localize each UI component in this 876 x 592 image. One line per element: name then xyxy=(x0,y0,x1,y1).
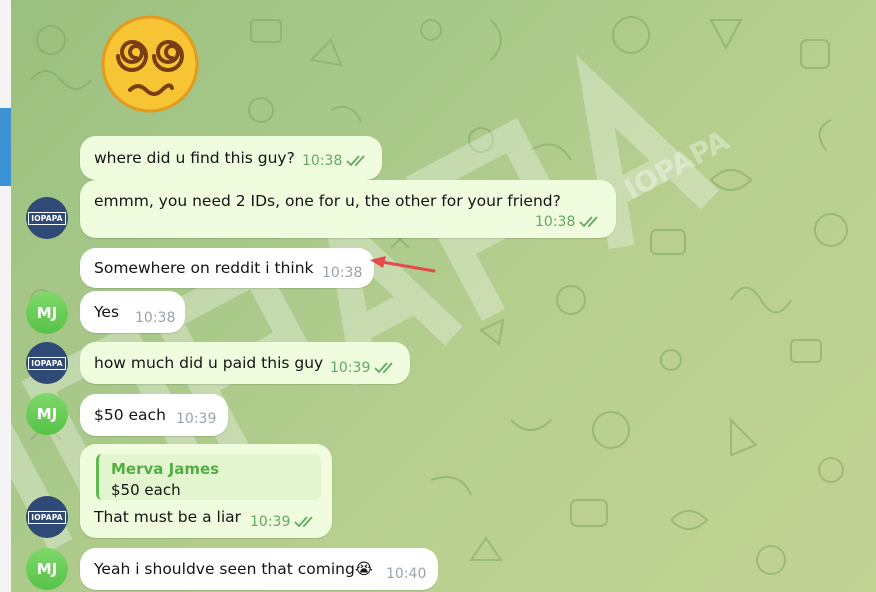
message-bubble[interactable]: $50 each 10:39 xyxy=(80,394,228,436)
message-time: 10:39 xyxy=(176,411,217,427)
message-time: 10:40 xyxy=(386,566,427,582)
message-meta: 10:38 xyxy=(535,214,601,230)
reply-text: $50 each xyxy=(111,481,181,499)
avatar-mj[interactable]: MJ xyxy=(26,548,68,590)
left-panel-scroll-indicator xyxy=(0,108,11,186)
avatar-mj[interactable]: MJ xyxy=(26,393,68,435)
message-meta: 10:38 xyxy=(302,153,368,169)
message-time: 10:39 xyxy=(250,514,291,530)
double-check-icon xyxy=(346,155,366,167)
message-bubble[interactable]: Yeah i shouldve seen that coming😭 10:40 xyxy=(80,548,438,590)
message-text: how much did u paid this guy xyxy=(94,354,324,372)
message-meta: 10:38 xyxy=(322,265,362,281)
message-meta: 10:38 xyxy=(135,310,175,326)
avatar-label: IOPAPA xyxy=(28,510,66,524)
dizzy-face-sticker xyxy=(101,15,199,113)
loudly-crying-emoji: 😭 xyxy=(354,560,373,578)
message-time: 10:38 xyxy=(322,265,363,281)
message-text: Somewhere on reddit i think xyxy=(94,259,314,277)
message-time: 10:38 xyxy=(302,153,343,169)
double-check-icon xyxy=(294,516,314,528)
message-text: Yeah i shouldve seen that coming😭 xyxy=(94,560,373,578)
message-bubble[interactable]: how much did u paid this guy 10:39 xyxy=(80,342,410,384)
message-bubble[interactable]: Somewhere on reddit i think 10:38 xyxy=(80,248,374,288)
avatar-label: IOPAPA xyxy=(28,211,66,225)
message-text: Yes xyxy=(94,303,120,321)
message-meta: 10:39 xyxy=(176,411,216,427)
message-bubble[interactable]: emmm, you need 2 IDs, one for u, the oth… xyxy=(80,180,616,238)
message-time: 10:38 xyxy=(535,214,576,230)
message-text-content: Yeah i shouldve seen that coming xyxy=(94,560,355,578)
message-text: $50 each xyxy=(94,406,166,424)
avatar-initials: MJ xyxy=(36,405,58,423)
avatar-iopapa[interactable]: IOPAPA xyxy=(26,197,68,239)
reply-author: Merva James xyxy=(111,460,220,478)
reply-quote[interactable]: Merva James $50 each xyxy=(96,454,321,500)
double-check-icon xyxy=(374,362,394,374)
message-meta: 10:39 xyxy=(250,514,316,530)
avatar-iopapa[interactable]: IOPAPA xyxy=(26,496,68,538)
avatar-iopapa[interactable]: IOPAPA xyxy=(26,342,68,384)
left-panel-edge xyxy=(0,0,11,592)
message-time: 10:39 xyxy=(330,360,371,376)
avatar-initials: MJ xyxy=(36,304,58,322)
message-text: emmm, you need 2 IDs, one for u, the oth… xyxy=(94,192,561,210)
red-arrow-annotation xyxy=(370,256,436,273)
message-bubble[interactable]: Yes 10:38 xyxy=(80,291,185,333)
avatar-label: IOPAPA xyxy=(28,356,66,370)
message-meta: 10:39 xyxy=(330,360,396,376)
double-check-icon xyxy=(579,216,599,228)
avatar-mj[interactable]: MJ xyxy=(26,292,68,334)
avatar-initials: MJ xyxy=(36,560,58,578)
message-time: 10:38 xyxy=(135,310,176,326)
message-text: That must be a liar xyxy=(94,508,242,526)
message-meta: 10:40 xyxy=(386,566,426,582)
message-text: where did u find this guy? xyxy=(94,149,295,167)
message-bubble[interactable]: where did u find this guy? 10:38 xyxy=(80,136,382,180)
message-bubble[interactable]: Merva James $50 each That must be a liar… xyxy=(80,444,332,538)
